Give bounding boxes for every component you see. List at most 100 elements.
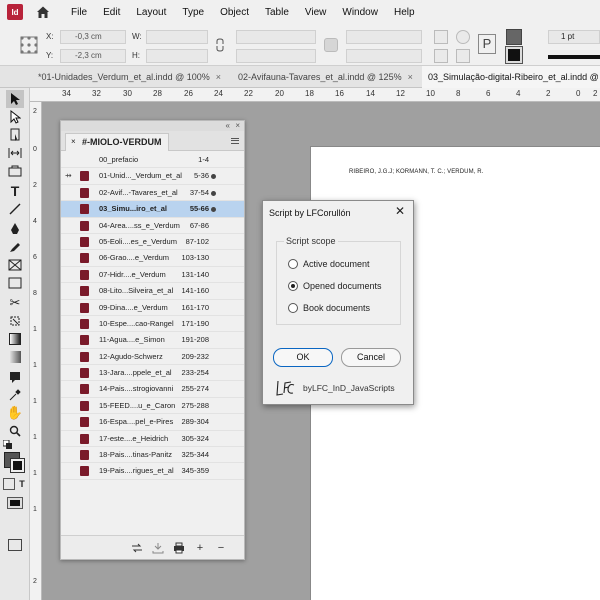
book-document-row[interactable]: 13-Jara....ppele_et_al 233-254: [61, 365, 244, 382]
save-book-icon[interactable]: [151, 541, 165, 555]
flip-button[interactable]: [456, 49, 470, 63]
rectangle-frame-tool-icon[interactable]: [6, 256, 24, 274]
book-document-row[interactable]: 07-Hidr....e_Verdum 131-140: [61, 267, 244, 284]
tab-document-03[interactable]: 03_Simulação-digital-Ribeiro_et_al.indd …: [422, 66, 600, 88]
tab-document-02[interactable]: 02-Avifauna-Tavares_et_al.indd @ 125% ×: [232, 66, 420, 88]
pen-tool-icon[interactable]: [6, 220, 24, 238]
content-collector-tool-icon[interactable]: [6, 162, 24, 180]
menu-view[interactable]: View: [305, 7, 327, 18]
book-document-row[interactable]: 17-este....e_Heidrich 305-324: [61, 431, 244, 448]
radio-button[interactable]: [288, 303, 298, 313]
print-book-icon[interactable]: [172, 541, 186, 555]
gap-tool-icon[interactable]: [6, 144, 24, 162]
book-document-row[interactable]: 10-Espe....cao-Rangel 171-190: [61, 316, 244, 333]
radio-opened-documents[interactable]: Opened documents: [288, 281, 382, 291]
panel-menu-icon[interactable]: [231, 138, 239, 144]
screen-mode-icon[interactable]: [6, 536, 24, 554]
style-source-icon[interactable]: ⇸: [65, 168, 75, 184]
rectangle-tool-icon[interactable]: [6, 274, 24, 292]
select-container-button[interactable]: [434, 30, 448, 44]
close-icon[interactable]: ×: [216, 72, 221, 82]
book-document-row[interactable]: 14-Pais....strogiovanni 255-274: [61, 381, 244, 398]
panel-grip[interactable]: « ×: [61, 121, 244, 131]
default-fill-stroke-icon[interactable]: [3, 440, 13, 450]
rotation-field[interactable]: [236, 30, 316, 44]
zoom-tool-icon[interactable]: [6, 422, 24, 440]
book-document-row[interactable]: 19-Pais....rigues_et_al 345-359: [61, 463, 244, 480]
formatting-affects-text-icon[interactable]: T: [16, 478, 28, 490]
menu-layout[interactable]: Layout: [136, 7, 166, 18]
menu-edit[interactable]: Edit: [103, 7, 120, 18]
book-document-row[interactable]: 08-Lito...Silveira_et_al 141-160: [61, 283, 244, 300]
book-document-row[interactable]: 16-Espa....pel_e-Pires 289-304: [61, 414, 244, 431]
gradient-swatch-tool-icon[interactable]: [6, 330, 24, 348]
h-field[interactable]: [146, 49, 208, 63]
frame-fitting-button[interactable]: [324, 38, 338, 52]
menu-file[interactable]: File: [71, 7, 87, 18]
ok-button[interactable]: OK: [273, 348, 333, 367]
menu-help[interactable]: Help: [394, 7, 415, 18]
radio-button[interactable]: [288, 281, 298, 291]
hand-tool-icon[interactable]: ✋: [6, 404, 24, 422]
book-document-row[interactable]: 12-Agudo-Schwerz 209-232: [61, 349, 244, 366]
close-icon[interactable]: ×: [71, 134, 76, 150]
x-field[interactable]: -0,3 cm: [60, 30, 126, 44]
radio-book-documents[interactable]: Book documents: [288, 303, 370, 313]
add-document-icon[interactable]: +: [193, 541, 207, 555]
book-document-row[interactable]: 02-Avif...-Tavares_et_al 37-54: [61, 185, 244, 202]
paragraph-style-icon[interactable]: P: [478, 34, 496, 54]
stroke-type-line[interactable]: [548, 55, 600, 59]
w-field[interactable]: [146, 30, 208, 44]
y-field[interactable]: -2,3 cm: [60, 49, 126, 63]
menu-table[interactable]: Table: [265, 7, 289, 18]
book-document-row[interactable]: 11-Agua....e_Simon 191-208: [61, 332, 244, 349]
effects-field[interactable]: [346, 30, 422, 44]
fill-swatch[interactable]: [506, 29, 522, 45]
home-icon[interactable]: [35, 4, 51, 20]
book-document-row[interactable]: ⇸ 01-Unid..._Verdum_et_al 5-36: [61, 168, 244, 185]
rotate-button[interactable]: [456, 30, 470, 44]
menu-window[interactable]: Window: [342, 7, 378, 18]
close-panel-icon[interactable]: ×: [235, 121, 240, 131]
line-tool-icon[interactable]: [6, 200, 24, 218]
cancel-button[interactable]: Cancel: [341, 348, 401, 367]
eyedropper-tool-icon[interactable]: [6, 386, 24, 404]
book-document-row[interactable]: 15-FEED....u_e_Caron 275-288: [61, 398, 244, 415]
sync-styles-icon[interactable]: [130, 541, 144, 555]
menu-object[interactable]: Object: [220, 7, 249, 18]
book-document-row[interactable]: 00_prefacio 1-4: [61, 152, 244, 169]
constrain-proportions-icon[interactable]: [214, 38, 226, 52]
book-document-row[interactable]: 04-Area....ss_e_Verdum 67-86: [61, 218, 244, 234]
radio-active-document[interactable]: Active document: [288, 259, 370, 269]
apply-color-icon[interactable]: [6, 494, 24, 512]
direct-selection-tool-icon[interactable]: [6, 108, 24, 126]
formatting-affects-container-icon[interactable]: [3, 478, 15, 490]
book-document-row[interactable]: 06-Grao....e_Verdum 103-130: [61, 250, 244, 267]
close-icon[interactable]: ×: [408, 72, 413, 82]
corner-field[interactable]: [346, 49, 422, 63]
book-document-row[interactable]: 03_Simu...iro_et_al 55-66: [61, 201, 244, 218]
free-transform-tool-icon[interactable]: [6, 312, 24, 330]
book-document-row[interactable]: 05-Eoli....es_e_Verdum 87-102: [61, 234, 244, 251]
scissors-tool-icon[interactable]: ✂: [6, 294, 24, 312]
radio-button[interactable]: [288, 259, 298, 269]
collapse-panel-icon[interactable]: «: [226, 121, 230, 131]
select-content-button[interactable]: [434, 49, 448, 63]
gradient-feather-tool-icon[interactable]: [6, 348, 24, 366]
selection-tool-icon[interactable]: [6, 90, 24, 108]
stroke-weight-field[interactable]: 1 pt: [548, 30, 600, 44]
stroke-color-box[interactable]: [10, 458, 25, 473]
pencil-tool-icon[interactable]: [6, 238, 24, 256]
shear-field[interactable]: [236, 49, 316, 63]
book-document-row[interactable]: 09-Dina....e_Verdum 161-170: [61, 300, 244, 316]
type-tool-icon[interactable]: T: [6, 182, 24, 200]
page-tool-icon[interactable]: [6, 126, 24, 144]
menu-type[interactable]: Type: [182, 7, 204, 18]
dialog-close-icon[interactable]: ✕: [395, 204, 405, 218]
book-document-row[interactable]: 18-Pais....tinas-Panitz 325-344: [61, 447, 244, 464]
book-tab[interactable]: × #-MIOLO-VERDUM: [65, 133, 169, 151]
reference-point-icon[interactable]: [20, 36, 38, 54]
note-tool-icon[interactable]: [6, 368, 24, 386]
tab-document-01[interactable]: *01-Unidades_Verdum_et_al.indd @ 100% ×: [32, 66, 228, 88]
remove-document-icon[interactable]: −: [214, 541, 228, 555]
